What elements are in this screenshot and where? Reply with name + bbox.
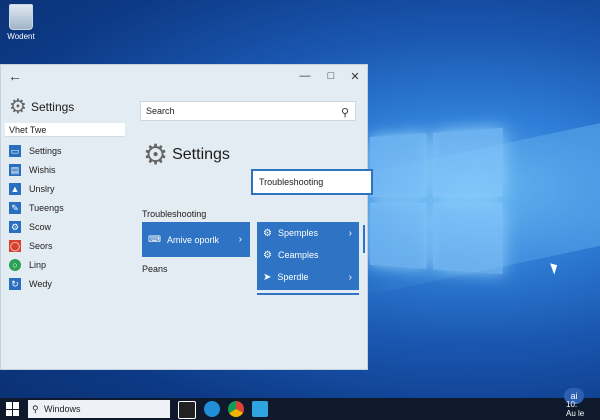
- gear-icon: ⚙: [9, 220, 21, 233]
- section-label: Troubleshooting: [142, 209, 207, 219]
- secondary-label: Peans: [142, 264, 168, 274]
- system-clock[interactable]: 10: Au le: [566, 400, 584, 418]
- gear-icon: ⚙: [263, 227, 272, 239]
- menu-item-ceamples[interactable]: ⚙ Ceamples: [257, 244, 359, 266]
- arrow-left-icon[interactable]: ←: [7, 68, 23, 84]
- windows-start-icon[interactable]: [6, 402, 20, 416]
- minimize-icon[interactable]: —: [297, 70, 313, 82]
- globe-icon: ○: [9, 258, 21, 271]
- update-icon: ↻: [9, 277, 21, 290]
- menu-item-spemples[interactable]: ⚙ Spemples ›: [257, 222, 359, 244]
- chevron-right-icon: ›: [348, 271, 352, 283]
- sidebar-item-label: Linp: [29, 259, 47, 270]
- title-bar: ← — □ ✕: [1, 65, 367, 91]
- display-icon: ▭: [9, 144, 21, 157]
- sidebar-item-label: Wedy: [29, 278, 52, 289]
- sidebar-item-label: Unslry: [29, 183, 55, 194]
- sidebar-item-unslry[interactable]: ▲ Unslry: [9, 179, 64, 198]
- troubleshoot-tile[interactable]: ⌨ Amive oporlk ›: [142, 222, 250, 257]
- taskbar: ⚲ Windows: [0, 398, 600, 420]
- taskbar-search-label: Windows: [44, 404, 81, 414]
- page-title-text: Settings: [172, 146, 230, 163]
- close-icon[interactable]: ✕: [347, 70, 363, 83]
- sidebar-title: Settings: [30, 100, 75, 114]
- sidebar-search-input[interactable]: Vhet Twe: [5, 123, 125, 137]
- arrow-right-icon: ➤: [263, 271, 272, 283]
- scrollbar[interactable]: [363, 225, 365, 253]
- sidebar-item-tueengs[interactable]: ✎ Tueengs: [9, 198, 64, 217]
- menu-underline: [257, 293, 359, 295]
- dropdown-menu: ⚙ Spemples › ⚙ Ceamples ➤ Sperdle ›: [257, 222, 359, 290]
- recycle-bin-icon: [9, 4, 33, 30]
- taskbar-apps: [178, 401, 276, 419]
- devices-icon: ▤: [9, 163, 21, 176]
- sidebar-item-scow[interactable]: ⚙ Scow: [9, 217, 64, 236]
- sidebar-item-label: Settings: [29, 145, 62, 156]
- menu-item-sperdle[interactable]: ➤ Sperdle ›: [257, 266, 359, 288]
- menu-item-label: Spemples: [277, 228, 318, 238]
- menu-item-label: Ceamples: [277, 250, 319, 260]
- desktop-icon-label: Wodent: [7, 32, 35, 41]
- gear-icon: ⚙: [143, 139, 169, 170]
- chrome-icon[interactable]: [228, 401, 244, 417]
- personalize-icon: ✎: [9, 201, 21, 214]
- search-icon[interactable]: ⚲: [341, 104, 349, 122]
- keyboard-icon: ⌨: [148, 234, 161, 244]
- sidebar-item-seors[interactable]: ◯ Seors: [9, 236, 64, 255]
- windows-logo: [370, 127, 503, 275]
- chevron-right-icon: ›: [348, 227, 352, 239]
- sidebar-item-wedy[interactable]: ↻ Wedy: [9, 274, 64, 293]
- sidebar-item-label: Wishis: [29, 164, 56, 175]
- sidebar-item-settings[interactable]: ▭ Settings: [9, 141, 64, 160]
- gear-icon: ⚙: [263, 249, 272, 261]
- sidebar-item-label: Seors: [29, 240, 53, 251]
- sidebar-nav: ▭ Settings ▤ Wishis ▲ Unslry ✎ Tueengs ⚙…: [9, 141, 64, 293]
- desktop-recycle-bin[interactable]: Wodent: [4, 4, 38, 41]
- clock-date: Au le: [566, 409, 585, 418]
- search-icon: ⚲: [32, 404, 39, 414]
- file-explorer-icon[interactable]: [178, 401, 196, 419]
- chevron-right-icon: ›: [238, 234, 242, 245]
- page-title: ⚙ Settings: [143, 141, 230, 169]
- sidebar-item-linp[interactable]: ○ Linp: [9, 255, 64, 274]
- menu-item-label: Sperdle: [277, 272, 309, 282]
- tile-label: Amive oporlk: [167, 234, 220, 245]
- network-icon: ▲: [9, 182, 21, 195]
- privacy-icon: ◯: [9, 239, 21, 252]
- sidebar-header: ⚙ Settings: [9, 97, 74, 117]
- edge-icon[interactable]: [204, 401, 220, 417]
- sidebar-item-label: Scow: [29, 221, 52, 232]
- gear-icon: ⚙: [9, 96, 27, 118]
- sidebar-item-label: Tueengs: [29, 202, 64, 213]
- search-placeholder: Search: [146, 106, 175, 116]
- taskbar-search-input[interactable]: ⚲ Windows: [28, 400, 170, 418]
- sidebar-item-wishis[interactable]: ▤ Wishis: [9, 160, 64, 179]
- clock-time: 10:: [566, 400, 578, 409]
- search-input[interactable]: Search ⚲: [140, 101, 356, 121]
- settings-window: ← — □ ✕ ⚙ Settings Vhet Twe ▭ Settings ▤…: [0, 64, 373, 370]
- maximize-icon[interactable]: □: [323, 70, 339, 82]
- mouse-cursor-icon: [550, 261, 560, 275]
- troubleshooting-field[interactable]: Troubleshooting: [251, 169, 373, 195]
- store-icon[interactable]: [252, 401, 268, 417]
